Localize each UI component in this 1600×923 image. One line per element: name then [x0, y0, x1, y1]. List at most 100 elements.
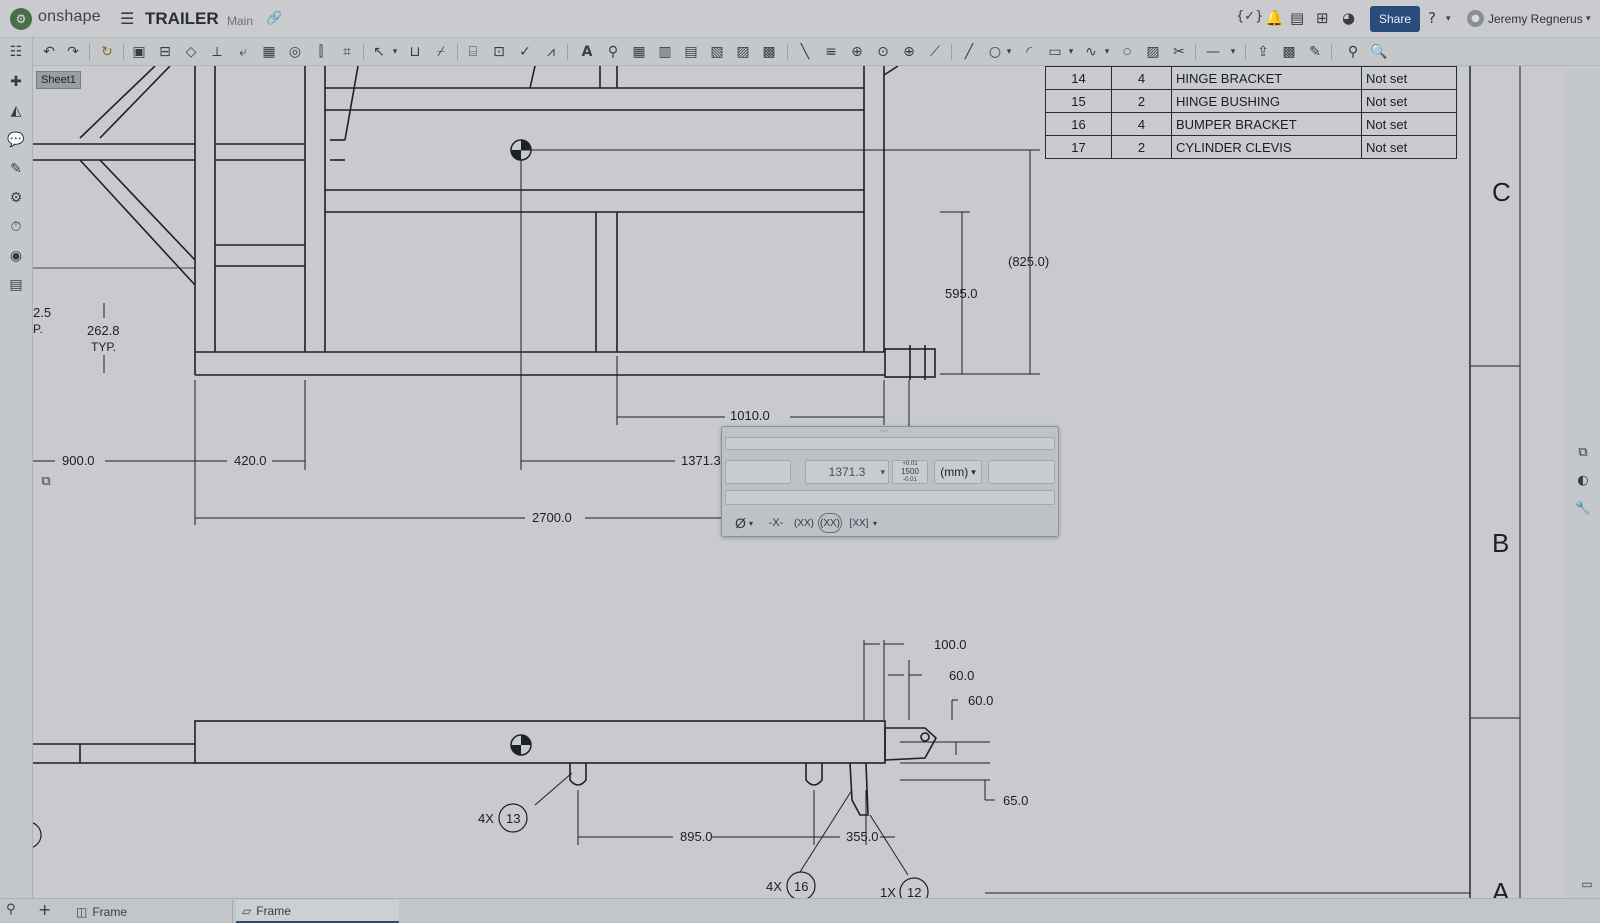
hatch-icon[interactable]: ▨ [1143, 42, 1163, 62]
sheet-label[interactable]: Sheet1 [36, 71, 81, 89]
chamfer-dimension-icon[interactable]: ⌿ [431, 42, 451, 62]
add-icon[interactable]: ✚ [6, 72, 26, 92]
aligned-section-icon[interactable]: ⤶ [233, 42, 253, 62]
point-icon[interactable]: ○ [1117, 42, 1137, 62]
search-icon[interactable]: 🔍 [1369, 42, 1389, 62]
hide-show-icon[interactable]: ⧉ [1574, 443, 1592, 461]
dimension-100[interactable]: 100.0 [934, 637, 967, 652]
dimension-595[interactable]: 595.0 [945, 286, 978, 301]
insert-view-icon[interactable]: ▣ [129, 42, 149, 62]
add-tab-icon[interactable]: + [38, 900, 51, 919]
notification-bell-icon[interactable]: 🔔 [1265, 9, 1284, 27]
break-view-icon[interactable]: ⫿ [311, 42, 331, 62]
suffix-text-field[interactable] [725, 490, 1055, 505]
link-icon[interactable]: 🔗 [266, 11, 282, 26]
appearance-icon[interactable]: ◐ [1574, 471, 1592, 489]
history-icon[interactable]: ⏱ [6, 217, 26, 237]
arc-icon[interactable]: ◜ [1019, 42, 1039, 62]
onshape-logo-icon[interactable]: ⚙ [10, 8, 32, 30]
baseline-dimension-icon[interactable]: ⊔ [405, 42, 425, 62]
value-chevron-down-icon[interactable]: ▾ [880, 467, 885, 478]
datum-icon[interactable]: ⊡ [489, 42, 509, 62]
update-icon[interactable]: ↻ [97, 42, 117, 62]
dimension-420[interactable]: 420.0 [234, 453, 267, 468]
notes-icon[interactable]: ✎ [6, 159, 26, 179]
inspect-icon[interactable]: ◉ [6, 246, 26, 266]
callout-icon[interactable]: ⚲ [603, 42, 623, 62]
feature-list-icon[interactable]: ☷ [6, 42, 26, 62]
tolerance-selector[interactable]: +0.01 1500 -0.01 [892, 460, 928, 484]
circle-chevron-down-icon[interactable]: ▾ [999, 42, 1019, 62]
bend-table-icon[interactable]: ▧ [707, 42, 727, 62]
app-store-icon[interactable]: ⊞ [1316, 9, 1329, 27]
line-icon[interactable]: ╱ [959, 42, 979, 62]
dimension-262-8[interactable]: 262.8 [87, 323, 120, 338]
text-icon[interactable]: A [577, 42, 597, 62]
user-chevron-down-icon[interactable]: ▾ [1586, 14, 1591, 24]
basic-dimension-button[interactable]: (XX) [818, 513, 842, 533]
tab-frame-part-studio[interactable]: ◫ Frame [70, 900, 233, 923]
centerline-pattern-icon[interactable]: ≡ [821, 42, 841, 62]
centerline-icon[interactable]: ╲ [795, 42, 815, 62]
help-chevron-down-icon[interactable]: ▾ [1446, 14, 1451, 24]
document-icon[interactable]: ▤ [6, 275, 26, 295]
share-button[interactable]: Share [1370, 6, 1420, 32]
trim-icon[interactable]: ✂ [1169, 42, 1189, 62]
undo-icon[interactable]: ↶ [39, 42, 59, 62]
inspection-chevron-down-icon[interactable]: ▾ [870, 513, 880, 533]
dimension-chevron-down-icon[interactable]: ▾ [385, 42, 405, 62]
geometric-tolerance-icon[interactable]: ✓ [515, 42, 535, 62]
spacing-button[interactable]: -X- [764, 513, 788, 533]
dimension-60-a[interactable]: 60.0 [949, 668, 974, 683]
bom-table[interactable]: 14 4 HINGE BRACKET Not set 15 2 HINGE BU… [1045, 66, 1457, 159]
dimension-65[interactable]: 65.0 [1003, 793, 1028, 808]
table-icon[interactable]: ▦ [629, 42, 649, 62]
broken-out-section-icon[interactable]: ▦ [259, 42, 279, 62]
table-row[interactable]: 15 2 HINGE BUSHING Not set [1045, 89, 1457, 113]
drag-handle-icon[interactable]: ··· [880, 427, 889, 437]
navigation-icon[interactable]: ⚲ [6, 902, 16, 917]
parts-icon[interactable]: ⚙ [6, 188, 26, 208]
code-icon[interactable]: {✓} [1236, 9, 1263, 24]
dimension-895[interactable]: 895.0 [680, 829, 713, 844]
dimension-partial[interactable]: 2.5 [33, 305, 51, 320]
note-icon[interactable]: ⌸ [463, 42, 483, 62]
export-icon[interactable]: ⇪ [1253, 42, 1273, 62]
table-row[interactable]: 16 4 BUMPER BRACKET Not set [1045, 112, 1457, 136]
dimension-value-field[interactable]: 1371.3 ▾ [805, 460, 889, 484]
dimension-1010[interactable]: 1010.0 [730, 408, 770, 423]
dimension-suffix-field[interactable] [988, 460, 1055, 484]
inspection-dimension-button[interactable]: [XX] [848, 513, 870, 533]
diameter-symbol-button[interactable]: Ø ▾ [730, 513, 758, 533]
dimension-825[interactable]: (825.0) [1008, 254, 1049, 269]
dimension-900[interactable]: 900.0 [62, 453, 95, 468]
document-title[interactable]: TRAILER [145, 9, 219, 29]
properties-icon[interactable]: ◭ [6, 101, 26, 121]
section-view-icon[interactable]: ⟂ [207, 42, 227, 62]
auto-centerline-icon[interactable]: ⟋ [925, 42, 945, 62]
bolt-circle-icon[interactable]: ⊙ [873, 42, 893, 62]
dimension-1371-3[interactable]: 1371.3 [681, 453, 721, 468]
dimension-355[interactable]: 355.0 [846, 829, 879, 844]
hamburger-menu-icon[interactable]: ☰ [120, 9, 134, 28]
weld-table-icon[interactable]: ▩ [759, 42, 779, 62]
table-row[interactable]: 14 4 HINGE BRACKET Not set [1045, 66, 1457, 90]
document-list-icon[interactable]: ▤ [1290, 9, 1304, 27]
comments-icon[interactable]: 💬 [6, 130, 26, 150]
units-select[interactable]: (mm) ▾ [934, 460, 982, 484]
revision-table-icon[interactable]: ▨ [733, 42, 753, 62]
reference-dimension-button[interactable]: (XX) [792, 513, 816, 533]
measure-icon[interactable]: ⚲ [1343, 42, 1363, 62]
dimension-60-b[interactable]: 60.0 [968, 693, 993, 708]
help-icon[interactable]: ? [1428, 9, 1436, 27]
bom-table-icon[interactable]: ▥ [655, 42, 675, 62]
balloon-partial[interactable] [33, 822, 42, 848]
spline-chevron-down-icon[interactable]: ▾ [1097, 42, 1117, 62]
user-name[interactable]: Jeremy Regnerus [1488, 12, 1583, 26]
crop-view-icon[interactable]: ⌗ [337, 42, 357, 62]
image-icon[interactable]: ▩ [1279, 42, 1299, 62]
line-style-chevron-down-icon[interactable]: ▾ [1223, 42, 1243, 62]
format-painter-icon[interactable]: ✎ [1305, 42, 1325, 62]
dimension-prefix-field[interactable] [725, 460, 791, 484]
view-toggle-icon[interactable]: ⧉ [36, 471, 56, 491]
